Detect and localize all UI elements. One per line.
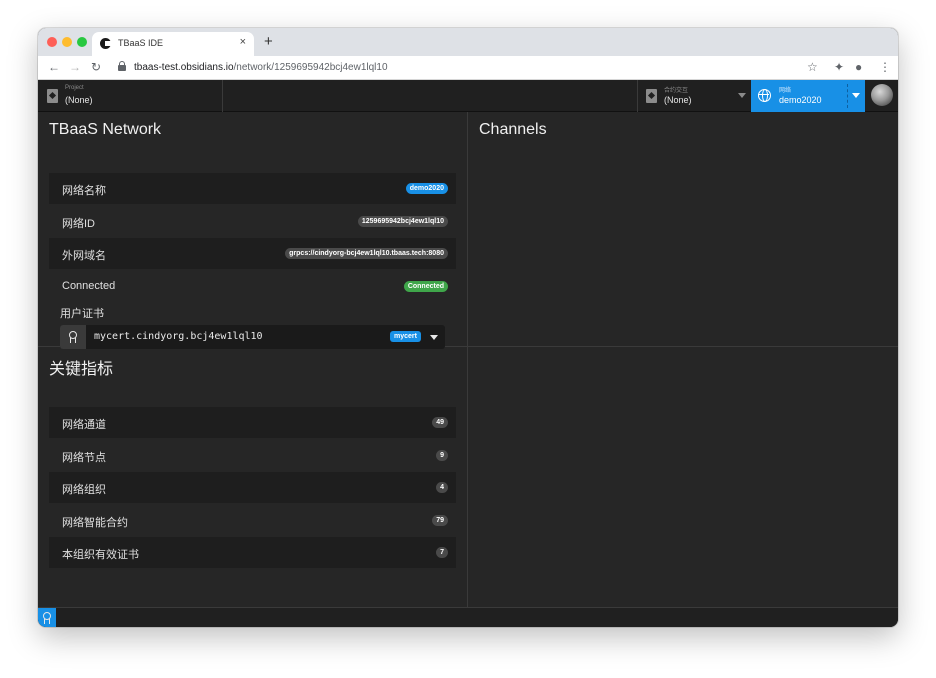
metric-count-badge: 9 [436, 450, 448, 461]
contract-dropdown-caret-icon[interactable] [738, 93, 746, 98]
globe-icon [758, 89, 771, 102]
metric-count-badge: 79 [432, 515, 448, 526]
browser-tab[interactable]: TBaaS IDE × [92, 32, 254, 56]
network-name-badge: demo2020 [405, 183, 448, 194]
back-icon[interactable]: ← [48, 60, 60, 74]
metric-count-badge: 49 [432, 417, 448, 428]
external-domain-badge: grpcs://cindyorg-bcj4ew1lql10.tbaas.tech… [285, 248, 448, 259]
network-panel-title: TBaaS Network [49, 121, 162, 138]
certificate-icon [43, 612, 51, 624]
metric-row-orgs: 网络组织 4 [49, 472, 456, 503]
contract-file-icon [646, 89, 657, 103]
app-header: Project (None) 合约交互 (None) 网络 demo2020 [38, 80, 898, 112]
network-name-row: 网络名称 demo2020 [49, 173, 456, 204]
forward-icon[interactable]: → [69, 60, 81, 74]
metric-count-badge: 4 [436, 482, 448, 493]
channels-panel-title: Channels [479, 121, 547, 138]
browser-toolbar: ← → ↻ tbaas-test.obsidians.io/network/12… [38, 56, 898, 80]
metric-count-badge: 7 [436, 547, 448, 558]
metric-row-contracts: 网络智能合约 79 [49, 505, 456, 536]
reload-icon[interactable]: ↻ [91, 60, 101, 74]
network-id-row: 网络ID 1259695942bcj4ew1lql10 [49, 206, 456, 237]
extensions-icon[interactable]: ✦ [834, 60, 844, 74]
minimize-window-button[interactable] [62, 37, 72, 47]
bookmark-star-icon[interactable]: ☆ [807, 60, 818, 74]
metric-row-nodes: 网络节点 9 [49, 440, 456, 471]
new-tab-button[interactable]: + [264, 33, 273, 50]
url-path: /network/1259695942bcj4ew1lql10 [233, 62, 388, 73]
user-cert-label: 用户证书 [60, 308, 104, 320]
contract-label: 合约交互 [664, 88, 689, 94]
project-value: (None) [65, 95, 93, 105]
metric-row-certs: 本组织有效证书 7 [49, 537, 456, 568]
network-dropdown-caret-icon[interactable] [852, 93, 860, 98]
network-id-badge: 1259695942bcj4ew1lql10 [357, 216, 448, 227]
project-selector[interactable]: Project (None) [38, 80, 223, 112]
user-cert-selector[interactable]: mycert.cindyorg.bcj4ew1lql10 mycert [60, 325, 445, 349]
address-bar[interactable]: tbaas-test.obsidians.io/network/12596959… [134, 62, 388, 73]
network-id-label: 网络ID [62, 218, 95, 230]
account-icon[interactable]: ● [855, 60, 862, 74]
metric-label: 网络节点 [62, 452, 106, 464]
user-avatar[interactable] [871, 84, 893, 106]
metrics-panel-title: 关键指标 [49, 361, 114, 378]
metric-label: 本组织有效证书 [62, 549, 139, 561]
network-value: demo2020 [779, 95, 822, 105]
tab-title: TBaaS IDE [118, 38, 164, 48]
external-domain-row: 外网域名 grpcs://cindyorg-bcj4ew1lql10.tbaas… [49, 238, 456, 269]
browser-window: TBaaS IDE × + ← → ↻ tbaas-test.obsidians… [38, 28, 898, 627]
main-content: TBaaS Network 网络名称 demo2020 网络ID 1259695… [38, 112, 898, 607]
contract-selector[interactable]: 合约交互 (None) [637, 80, 750, 112]
metric-label: 网络智能合约 [62, 517, 128, 529]
close-tab-icon[interactable]: × [240, 36, 246, 48]
browser-menu-icon[interactable]: ⋮ [879, 60, 891, 74]
header-spacer [223, 80, 637, 112]
metric-row-channels: 网络通道 49 [49, 407, 456, 438]
cert-icon-box [60, 325, 86, 349]
metric-label: 网络通道 [62, 419, 106, 431]
vertical-divider [467, 112, 468, 607]
status-bar [38, 607, 898, 627]
favicon-icon [100, 38, 111, 49]
cert-dropdown-caret-icon[interactable] [430, 335, 438, 340]
certificate-icon [69, 331, 77, 343]
connection-status-badge: Connected [403, 281, 448, 292]
network-divider [847, 84, 848, 108]
connection-status-row: Connected Connected [49, 271, 456, 302]
connection-status-label: Connected [62, 280, 116, 292]
tab-strip: TBaaS IDE × + [38, 28, 898, 56]
metric-label: 网络组织 [62, 484, 106, 496]
maximize-window-button[interactable] [77, 37, 87, 47]
network-label: 网络 [779, 88, 792, 94]
url-host: tbaas-test.obsidians.io [134, 62, 234, 73]
status-cert-button[interactable] [38, 608, 56, 627]
close-window-button[interactable] [47, 37, 57, 47]
network-selector[interactable]: 网络 demo2020 [751, 80, 865, 112]
contract-value: (None) [664, 95, 692, 105]
project-file-icon [47, 89, 58, 103]
user-cert-badge: mycert [390, 331, 421, 342]
external-domain-label: 外网域名 [62, 250, 106, 262]
network-name-label: 网络名称 [62, 185, 106, 197]
lock-icon[interactable] [118, 61, 126, 71]
user-cert-value: mycert.cindyorg.bcj4ew1lql10 [94, 331, 263, 342]
project-label: Project [65, 85, 84, 91]
